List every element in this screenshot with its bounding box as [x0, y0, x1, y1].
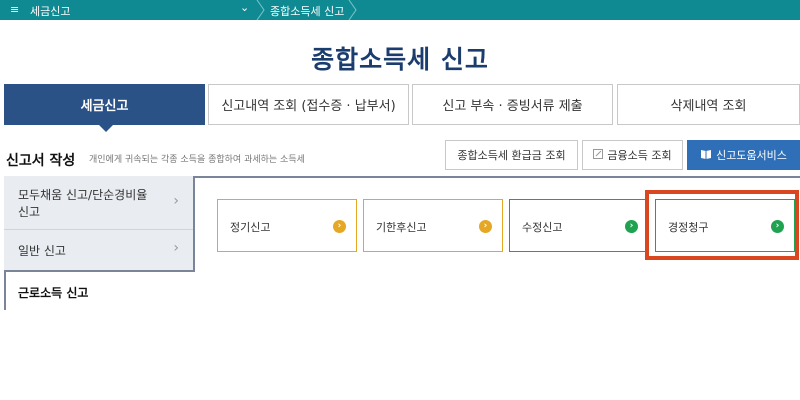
- section-description: 개인에게 귀속되는 각종 소득을 종합하여 과세하는 소득세: [89, 155, 305, 165]
- side-menu-label: 근로소득 신고: [18, 286, 89, 300]
- breadcrumb-tax-filing[interactable]: 세금신고: [30, 3, 70, 19]
- card-label: 수정신고: [522, 221, 563, 234]
- side-menu-label: 모두채움 신고/단순경비율: [18, 188, 148, 202]
- chevron-right-icon: ›: [625, 220, 638, 233]
- chevron-down-icon[interactable]: ⌄: [240, 1, 249, 14]
- chevron-right-icon: ›: [173, 193, 179, 209]
- side-menu-item-earned-income[interactable]: 근로소득 신고: [4, 272, 195, 310]
- breadcrumb-income-tax[interactable]: 종합소득세 신고: [270, 3, 344, 19]
- edit-icon: [593, 148, 604, 162]
- card-amended-filing[interactable]: 수정신고 ›: [509, 199, 649, 252]
- side-menu-label: 일반 신고: [18, 244, 66, 258]
- refund-lookup-label: 종합소득세 환급금 조회: [457, 149, 566, 162]
- book-icon: [700, 149, 712, 162]
- menu-icon[interactable]: ≡: [10, 3, 19, 16]
- top-nav-bar: ≡ 세금신고 ⌄ 종합소득세 신고: [0, 0, 800, 20]
- filing-help-label: 신고도움서비스: [716, 149, 787, 162]
- highlight-annotation-box: [645, 190, 799, 260]
- chevron-right-icon: ›: [173, 240, 179, 256]
- active-tab-pointer: [98, 124, 114, 132]
- side-menu: 모두채움 신고/단순경비율 신고 › 일반 신고 ›: [4, 176, 195, 272]
- side-menu-item-simple-filing[interactable]: 모두채움 신고/단순경비율 신고 ›: [4, 176, 193, 229]
- card-label: 기한후신고: [376, 221, 427, 234]
- breadcrumb-separator-icon: [256, 0, 265, 20]
- tab-tax-filing[interactable]: 세금신고: [4, 84, 205, 125]
- card-regular-filing[interactable]: 정기신고 ›: [217, 199, 357, 252]
- breadcrumb-separator-icon: [348, 0, 357, 20]
- panel-border: [195, 176, 800, 178]
- card-label: 정기신고: [230, 221, 271, 234]
- refund-lookup-button[interactable]: 종합소득세 환급금 조회: [445, 140, 578, 170]
- side-menu-item-general-filing[interactable]: 일반 신고 ›: [4, 230, 193, 270]
- card-late-filing[interactable]: 기한후신고 ›: [363, 199, 503, 252]
- financial-income-label: 금융소득 조회: [607, 149, 672, 162]
- financial-income-button[interactable]: 금융소득 조회: [582, 140, 683, 170]
- filing-help-button[interactable]: 신고도움서비스: [687, 140, 800, 170]
- tab-deleted-history[interactable]: 삭제내역 조회: [617, 84, 800, 125]
- chevron-right-icon: ›: [479, 220, 492, 233]
- side-menu-label: 신고: [18, 205, 41, 219]
- tab-submit-documents[interactable]: 신고 부속 · 증빙서류 제출: [412, 84, 613, 125]
- section-title: 신고서 작성: [6, 153, 76, 169]
- page-title: 종합소득세 신고: [311, 45, 489, 74]
- tab-filing-history[interactable]: 신고내역 조회 (접수증 · 납부서): [208, 84, 409, 125]
- chevron-right-icon: ›: [333, 220, 346, 233]
